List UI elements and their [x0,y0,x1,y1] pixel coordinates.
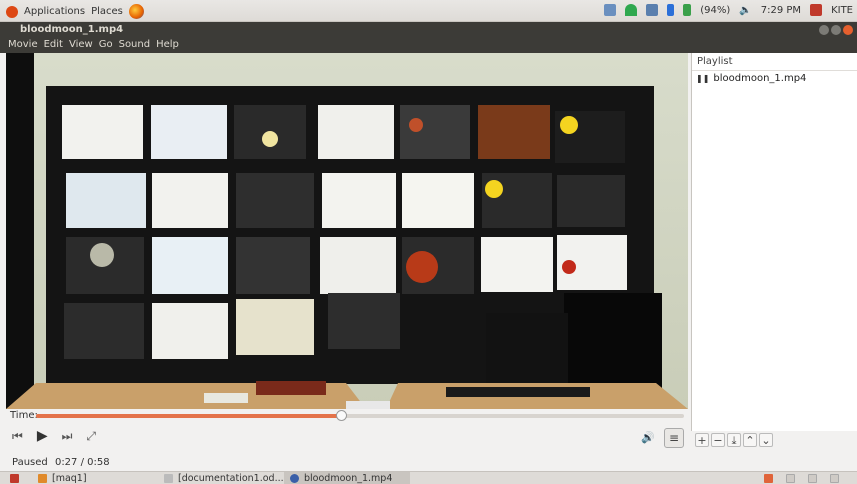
window-titlebar[interactable]: bloodmoon_1.mp4 [0,22,857,39]
position-text: 0:27 / 0:58 [54,457,110,468]
playlist-item-label: bloodmoon_1.mp4 [713,73,807,84]
status-text: Paused [12,457,48,468]
menu-go[interactable]: Go [99,39,113,53]
user-icon[interactable] [810,4,823,16]
menu-help[interactable]: Help [156,39,179,53]
show-desktop-icon[interactable] [10,474,19,483]
seek-slider-fill [36,414,341,418]
play-icon[interactable]: ▶ [37,428,48,444]
add-icon[interactable]: + [695,433,709,447]
volume-tray-icon[interactable]: 🔈 [739,5,751,16]
taskbar-item-label: [documentation1.od... [178,473,284,484]
taskbar: [maq1] [documentation1.od... bloodmoon_1… [0,471,857,484]
minimize-button[interactable] [819,25,829,35]
workspace-icon[interactable] [786,474,795,483]
playlist-item[interactable]: ❚❚ bloodmoon_1.mp4 [692,71,857,86]
next-icon[interactable]: ⏭ [62,429,73,444]
taskbar-item-documentation[interactable]: [documentation1.od... [158,472,290,484]
video-player-icon [290,474,299,483]
top-panel: Applications Places (94%) 🔈 7:29 PM KITE [0,0,857,22]
document-icon [164,474,173,483]
keyboard-icon[interactable] [604,4,617,16]
taskbar-item-label: [maq1] [52,473,87,484]
workspace-icon[interactable] [808,474,817,483]
status-bar: Paused 0:27 / 0:58 [12,457,110,468]
places-menu[interactable]: Places [91,6,123,17]
workspace-icon[interactable] [764,474,773,483]
seek-slider-handle[interactable] [335,410,347,421]
move-down-icon[interactable]: ⌄ [759,433,773,447]
paused-indicator-icon: ❚❚ [696,74,710,83]
menu-sound[interactable]: Sound [119,39,151,53]
playlist-header: Playlist [692,53,857,71]
clock[interactable]: 7:29 PM [761,5,801,16]
battery-icon[interactable] [683,4,692,16]
playlist-panel: Playlist ❚❚ bloodmoon_1.mp4 [691,53,857,431]
previous-icon[interactable]: ⏮ [12,429,23,444]
playlist-toolbar: + − ⤓ ⌃ ⌄ [695,433,773,447]
close-button[interactable] [843,25,853,35]
playlist-toggle-button[interactable]: ≡ [664,428,684,448]
workspace-icon[interactable] [830,474,839,483]
menu-view[interactable]: View [69,39,93,53]
fullscreen-icon[interactable]: ⤢ [86,429,96,444]
taskbar-item-maq1[interactable]: [maq1] [32,472,93,484]
firefox-icon[interactable] [128,4,144,19]
time-label: Time: [10,410,38,421]
network-icon[interactable] [646,4,659,16]
wifi-icon[interactable] [625,4,638,16]
menu-bar: Movie Edit View Go Sound Help [0,39,857,53]
window-title: bloodmoon_1.mp4 [20,24,124,35]
maximize-button[interactable] [831,25,841,35]
move-up-icon[interactable]: ⌃ [743,433,757,447]
remove-icon[interactable]: − [711,433,725,447]
bluetooth-icon[interactable] [667,4,675,16]
applications-menu[interactable]: Applications [24,6,85,17]
battery-percent: (94%) [700,4,731,16]
taskbar-item-label: bloodmoon_1.mp4 [304,473,393,484]
menu-edit[interactable]: Edit [44,39,63,53]
menu-movie[interactable]: Movie [8,39,38,53]
folder-icon [38,474,47,483]
user-name[interactable]: KITE [831,5,853,16]
video-area[interactable] [6,53,688,409]
seek-slider[interactable] [36,410,684,421]
volume-icon[interactable]: 🔊 [641,431,655,444]
save-icon[interactable]: ⤓ [727,433,741,447]
video-frame [6,53,688,409]
taskbar-item-bloodmoon[interactable]: bloodmoon_1.mp4 [284,472,410,484]
playback-controls: ⏮ ▶ ⏭ ⤢ [12,428,96,444]
ubuntu-logo-icon[interactable] [6,5,18,18]
